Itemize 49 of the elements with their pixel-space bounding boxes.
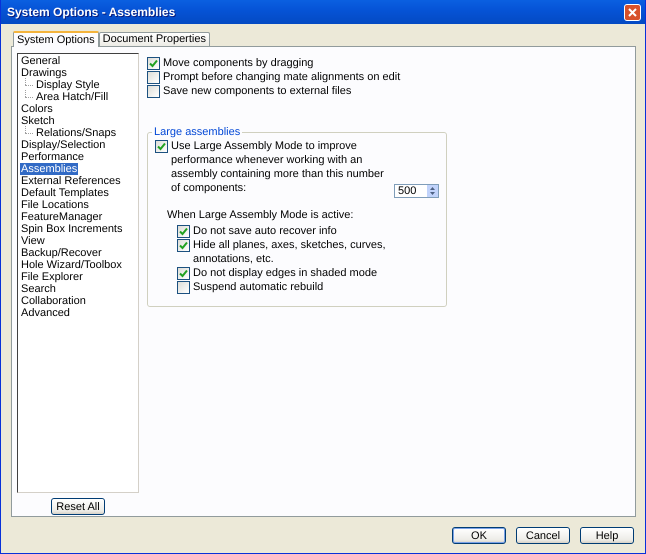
checkbox-label: Use Large Assembly Mode to improve performance whenever working with an assembly containing more than this number of components: [171,139,385,195]
sidebar-item[interactable]: Spin Box Increments [20,223,124,235]
sidebar-item[interactable]: Hole Wizard/Toolbox [20,259,123,271]
close-icon[interactable] [624,4,641,20]
sidebar-item[interactable]: File Explorer [20,271,84,283]
sidebar-item[interactable]: Backup/Recover [20,247,103,259]
sidebar-item[interactable]: General [20,55,62,67]
checkbox[interactable] [147,57,160,70]
checkbox[interactable] [177,281,190,294]
sidebar-item[interactable]: Assemblies [20,163,78,175]
section-heading: When Large Assembly Mode is active: [167,209,354,221]
checkbox[interactable] [147,85,160,98]
sidebar-item[interactable]: External References [20,175,122,187]
checkbox-label: Do not display edges in shaded mode [193,266,378,280]
sidebar-item[interactable]: Area Hatch/Fill [35,91,110,103]
cancel-button[interactable]: Cancel [516,527,570,544]
sidebar-item[interactable]: Display/Selection [20,139,106,151]
checkbox[interactable] [147,71,160,84]
sidebar-item[interactable]: Advanced [20,307,71,319]
checkbox-label: Save new components to external files [163,84,352,98]
tab[interactable]: System Options [13,31,99,47]
sidebar-item[interactable]: Performance [20,151,85,163]
checkbox-label: Hide all planes, axes, sketches, curves, annotations, etc. [193,238,387,266]
sidebar-item[interactable]: FeatureManager [20,211,104,223]
checkbox[interactable] [177,239,190,252]
sidebar-item[interactable]: View [20,235,46,247]
checkbox-label: Prompt before changing mate alignments on edit [163,70,400,84]
sidebar-item[interactable]: Colors [20,103,54,115]
checkbox[interactable] [177,267,190,280]
window-title: System Options - Assemblies [7,5,176,19]
sidebar-item[interactable]: Relations/Snaps [35,127,118,139]
help-button[interactable]: Help [580,527,634,544]
sidebar-item[interactable]: Drawings [20,67,68,79]
group-title: Large assemblies [152,126,242,138]
checkbox-label: Suspend automatic rebuild [193,280,324,294]
checkbox[interactable] [177,225,190,238]
checkbox-label: Move components by dragging [163,56,314,70]
sidebar-item[interactable]: Display Style [35,79,101,91]
sidebar-item[interactable]: Search [20,283,57,295]
spin-box[interactable]: 500 [394,184,439,198]
sidebar-item[interactable]: Sketch [20,115,56,127]
checkbox[interactable] [155,140,168,153]
sidebar-item[interactable]: Default Templates [20,187,110,199]
ok-button[interactable]: OK [452,527,506,544]
sidebar-item[interactable]: Collaboration [20,295,87,307]
checkbox-label: Do not save auto recover info [193,224,337,238]
reset-all-button[interactable]: Reset All [51,498,105,515]
sidebar-item[interactable]: File Locations [20,199,90,211]
tab[interactable]: Document Properties [98,32,210,46]
